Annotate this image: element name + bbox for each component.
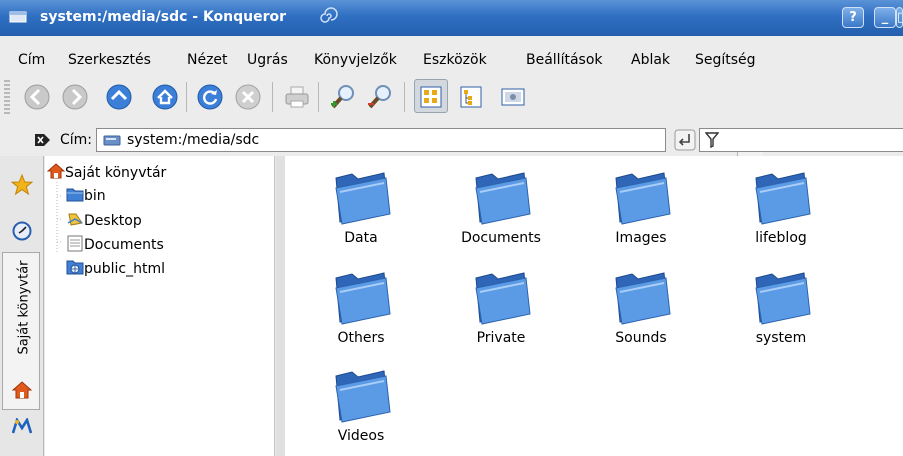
menu-location[interactable]: Cím	[18, 52, 45, 68]
spiral-icon	[320, 7, 338, 23]
home-tab-icon	[12, 381, 32, 399]
menu-go[interactable]: Ugrás	[247, 52, 288, 68]
folder-icon	[475, 172, 531, 225]
toolbar	[0, 70, 903, 122]
menu-tools[interactable]: Eszközök	[423, 52, 487, 68]
tree-item-label: bin	[84, 188, 106, 204]
folder-item-others[interactable]: Others	[296, 270, 426, 346]
web-folder-icon	[66, 260, 84, 275]
print-icon[interactable]	[282, 82, 312, 112]
folder-icon	[755, 272, 811, 325]
toolbar-separator	[272, 82, 273, 112]
media-tab-icon[interactable]	[12, 418, 32, 434]
folder-icon	[615, 272, 671, 325]
toolbar-separator	[186, 82, 187, 112]
folder-item-lifeblog[interactable]: lifeblog	[716, 170, 846, 246]
tree-item-documents[interactable]: Documents	[66, 235, 164, 253]
drive-icon	[103, 135, 121, 146]
filter-icon[interactable]	[705, 131, 719, 149]
folder-icon	[335, 370, 391, 423]
folder-label: Images	[615, 230, 667, 246]
menu-settings[interactable]: Beállítások	[526, 52, 603, 68]
go-icon[interactable]	[674, 129, 696, 151]
reload-icon[interactable]	[195, 82, 225, 112]
preview-icon[interactable]	[498, 82, 528, 112]
title-bar[interactable]: system:/media/sdc - Konqueror ? _ □	[0, 0, 903, 36]
icon-view-icon[interactable]	[416, 82, 446, 112]
sidebar-tab-label: Saját könyvtár	[16, 260, 32, 355]
maximize-button[interactable]: □	[896, 7, 903, 28]
location-value: system:/media/sdc	[127, 132, 260, 148]
folder-icon	[335, 272, 391, 325]
home-icon[interactable]	[150, 82, 180, 112]
menu-bar: Cím Szerkesztés Nézet Ugrás Könyvjelzők …	[0, 36, 903, 70]
tree-view-icon[interactable]	[456, 82, 486, 112]
folder-item-documents[interactable]: Documents	[436, 170, 566, 246]
documents-icon	[67, 235, 83, 252]
folder-item-system[interactable]: system	[716, 270, 846, 346]
help-button[interactable]: ?	[842, 7, 864, 28]
icon-view: Data Documents Images lifeblog Others Pr…	[285, 156, 903, 456]
tree-item-home[interactable]: Saját könyvtár	[46, 163, 167, 181]
toolbar-separator	[404, 82, 405, 112]
folder-label: Data	[344, 230, 378, 246]
toolbar-separator	[318, 82, 319, 112]
menu-edit[interactable]: Szerkesztés	[68, 52, 151, 68]
location-label: Cím:	[60, 132, 93, 148]
stop-icon[interactable]	[233, 82, 263, 112]
back-icon[interactable]	[22, 82, 52, 112]
folder-label: lifeblog	[755, 230, 807, 246]
tree-panel: Saját könyvtár bin Desktop Documents pub…	[45, 156, 275, 456]
tree-item-label: public_html	[84, 261, 166, 277]
window-title: system:/media/sdc - Konqueror	[40, 9, 287, 25]
tree-item-label: Desktop	[84, 213, 142, 229]
zoom-out-icon[interactable]	[365, 82, 395, 112]
folder-icon	[755, 172, 811, 225]
folder-label: Others	[337, 330, 385, 346]
folder-item-private[interactable]: Private	[436, 270, 566, 346]
search-input[interactable]	[699, 128, 903, 152]
folder-icon	[66, 188, 84, 202]
folder-icon	[615, 172, 671, 225]
tree-item-label: Documents	[84, 237, 164, 253]
menu-help[interactable]: Segítség	[695, 52, 756, 68]
forward-icon[interactable]	[60, 82, 90, 112]
menu-window[interactable]: Ablak	[631, 52, 670, 68]
folder-label: Videos	[337, 428, 385, 444]
location-bar: Cím: system:/media/sdc ▼	[0, 122, 903, 159]
tree-item-bin[interactable]: bin	[66, 187, 106, 204]
folder-label: system	[755, 330, 807, 346]
location-input[interactable]: system:/media/sdc ▼	[96, 128, 763, 159]
minimize-button[interactable]: _	[874, 7, 896, 28]
folder-label: Documents	[461, 230, 541, 246]
sidebar-tab-home[interactable]: Saját könyvtár	[2, 252, 40, 410]
zoom-in-icon[interactable]	[328, 82, 358, 112]
folder-label: Sounds	[615, 330, 667, 346]
folder-item-data[interactable]: Data	[296, 170, 426, 246]
folder-item-sounds[interactable]: Sounds	[576, 270, 706, 346]
tree-item-desktop[interactable]: Desktop	[66, 211, 142, 229]
tree-item-public-html[interactable]: public_html	[66, 259, 165, 277]
konqueror-app-icon[interactable]	[9, 9, 27, 25]
folder-icon	[335, 172, 391, 225]
menu-view[interactable]: Nézet	[187, 52, 228, 68]
folder-label: Private	[476, 330, 526, 346]
folder-item-videos[interactable]: Videos	[296, 368, 426, 444]
bookmarks-star-icon[interactable]	[11, 174, 33, 196]
toolbar-grip[interactable]	[4, 80, 10, 114]
menu-bookmarks[interactable]: Könyvjelzők	[314, 52, 397, 68]
up-icon[interactable]	[104, 82, 134, 112]
home-folder-icon	[46, 163, 66, 179]
tree-item-label: Saját könyvtár	[65, 165, 167, 181]
panel-splitter[interactable]	[276, 156, 285, 456]
clear-location-icon[interactable]	[34, 133, 52, 147]
desktop-icon	[67, 213, 83, 226]
sidebar-tabs: Saját könyvtár	[0, 156, 44, 456]
folder-icon	[475, 272, 531, 325]
folder-item-images[interactable]: Images	[576, 170, 706, 246]
